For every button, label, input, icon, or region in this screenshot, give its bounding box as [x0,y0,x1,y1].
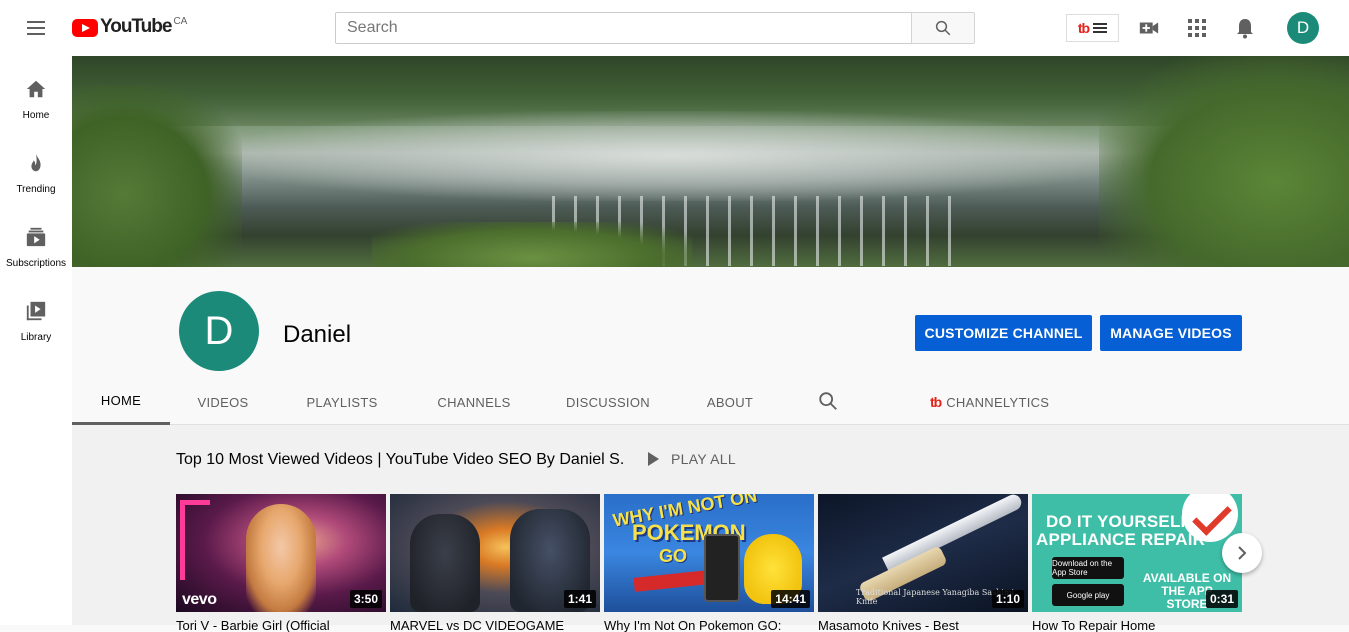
search-bar [335,12,975,44]
youtube-logo[interactable]: YouTube CA [72,16,187,38]
channelytics-label: CHANNELYTICS [946,394,1050,410]
search-button[interactable] [911,12,975,44]
home-content: Top 10 Most Viewed Videos | YouTube Vide… [72,425,1349,632]
menu-icon[interactable] [24,18,48,38]
home-icon [26,80,46,98]
shelf-next-button[interactable] [1222,533,1262,573]
sidebar-item-library[interactable]: Library [0,278,72,352]
tab-discussion[interactable]: DISCUSSION [556,379,660,425]
sidebar-item-home[interactable]: Home [0,56,72,130]
search-icon [935,20,951,36]
sidebar: Home Trending Subscriptions Library [0,56,72,625]
tab-videos[interactable]: VIDEOS [170,379,276,425]
sidebar-item-label: Trending [16,184,56,195]
video-title[interactable]: Why I'm Not On Pokemon GO: [604,618,814,632]
tubebuddy-logo: tb [930,394,942,410]
menu-lines-icon [1093,23,1108,33]
video-duration: 3:50 [349,590,382,608]
tab-home[interactable]: HOME [72,379,170,425]
video-thumbnail[interactable]: vevo 3:50 [176,494,386,612]
thumbnail-text: DO IT YOURSELF [1046,512,1192,531]
video-thumbnail[interactable]: Traditional Japanese Yanagiba Sashimi Kn… [818,494,1028,612]
video-duration: 0:31 [1205,590,1238,608]
tab-playlists[interactable]: PLAYLISTS [292,379,392,425]
video-duration: 1:41 [563,590,596,608]
video-title[interactable]: Tori V - Barbie Girl (Official [176,618,386,632]
apps-grid-icon[interactable] [1185,16,1209,40]
sidebar-item-trending[interactable]: Trending [0,130,72,204]
shelf-title[interactable]: Top 10 Most Viewed Videos | YouTube Vide… [176,451,624,469]
tab-about[interactable]: ABOUT [694,379,766,425]
sidebar-item-label: Home [22,110,50,121]
video-thumbnail[interactable]: 1:41 [390,494,600,612]
logo-text: YouTube [100,16,172,37]
tab-channelytics[interactable]: tb CHANNELYTICS [930,379,1049,425]
tubebuddy-logo: tb [1077,20,1090,36]
video-title[interactable]: Masamoto Knives - Best [818,618,1028,632]
video-title[interactable]: How To Repair Home [1032,618,1242,632]
vevo-logo: vevo [182,591,217,608]
video-duration: 1:10 [991,590,1024,608]
library-icon [26,301,46,321]
tab-channels[interactable]: CHANNELS [424,379,524,425]
thumbnail-text: APPLIANCE REPAIR [1036,530,1206,549]
thumbnail-text: GO [659,546,688,566]
channel-banner-image [72,56,1349,267]
customize-channel-button[interactable]: CUSTOMIZE CHANNEL [915,315,1092,351]
subscriptions-icon [26,227,46,247]
youtube-play-icon [72,19,98,37]
channel-tabs: HOME VIDEOS PLAYLISTS CHANNELS DISCUSSIO… [72,379,1349,425]
video-thumbnail[interactable]: WHY I'M NOT ON POKEMON GO 14:41 [604,494,814,612]
play-all-button[interactable]: PLAY ALL [648,451,736,467]
channel-avatar[interactable]: D [179,291,259,371]
manage-videos-button[interactable]: MANAGE VIDEOS [1100,315,1242,351]
sidebar-item-label: Subscriptions [5,258,67,269]
play-icon [648,452,659,466]
trending-icon [31,153,41,172]
video-thumbnail[interactable]: DO IT YOURSELF APPLIANCE REPAIR Download… [1032,494,1242,612]
region-label: CA [173,16,188,27]
channel-name: Daniel [283,321,352,348]
google-play-badge: Google play [1052,584,1124,606]
account-avatar[interactable]: D [1287,12,1319,44]
video-title[interactable]: MARVEL vs DC VIDEOGAME [390,618,600,632]
sidebar-item-label: Library [20,332,52,343]
search-input[interactable] [335,12,911,44]
channel-search-icon[interactable] [817,390,841,414]
notifications-bell-icon[interactable] [1233,16,1257,40]
channel-header: D Daniel CUSTOMIZE CHANNEL MANAGE VIDEOS… [72,267,1349,425]
app-store-badge: Download on the App Store [1052,557,1124,579]
sidebar-item-subscriptions[interactable]: Subscriptions [0,204,72,278]
top-bar: YouTube CA tb D [0,0,1349,56]
tubebuddy-button[interactable]: tb [1066,14,1119,42]
create-video-icon[interactable] [1137,16,1161,40]
chevron-right-icon [1238,546,1247,560]
video-duration: 14:41 [771,590,810,608]
play-all-label: PLAY ALL [671,451,736,467]
